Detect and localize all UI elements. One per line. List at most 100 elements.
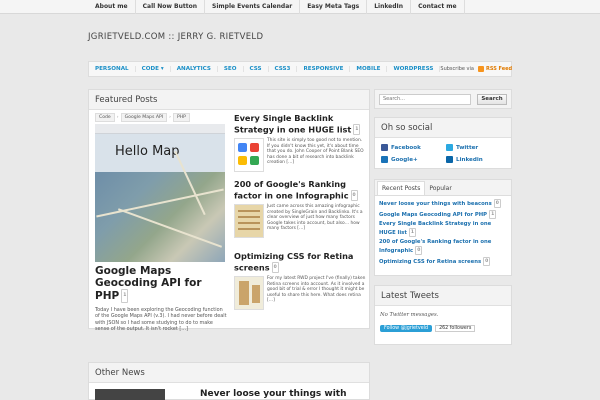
featured-side-post: Every Single Backlink Strategy in one HU… — [234, 113, 366, 172]
latest-tweets-heading: Latest Tweets — [375, 286, 511, 306]
comment-count-badge[interactable]: 1 — [408, 228, 417, 237]
other-news-first-title[interactable]: Never loose your things with — [200, 389, 347, 399]
breadcrumb-separator: › — [169, 114, 171, 120]
comment-count-badge[interactable]: 0 — [493, 199, 501, 208]
breadcrumb: Code › Google Maps API › PHP — [95, 112, 227, 122]
search-input[interactable] — [379, 93, 471, 105]
side-post-title[interactable]: Every Single Backlink Strategy in one HU… — [234, 113, 366, 135]
side-post-title-text[interactable]: Optimizing CSS for Retina screens — [234, 251, 353, 272]
side-post-excerpt: Just came across this amazing infographi… — [267, 204, 363, 232]
top-nav-linkedin[interactable]: LinkedIn — [367, 0, 412, 14]
featured-hero-image[interactable]: Hello Map — [95, 124, 225, 262]
featured-side-post: 200 of Google's Ranking factor in one In… — [234, 179, 366, 238]
subscribe-label: Subscribe via — [440, 66, 474, 72]
rss-icon[interactable] — [477, 66, 484, 72]
rss-feed-link[interactable]: RSS Feed — [486, 66, 512, 72]
featured-posts-heading: Featured Posts — [89, 90, 369, 110]
breadcrumb-php[interactable]: PHP — [172, 112, 190, 122]
twitter-follow-button[interactable]: Follow @jgrietveld — [380, 325, 433, 332]
breadcrumb-google-maps-api[interactable]: Google Maps API — [120, 112, 168, 122]
subscribe-area: Subscribe via RSS Feed — [440, 66, 517, 72]
other-news-thumbnail[interactable] — [95, 389, 165, 400]
google-yellow-tile — [238, 156, 247, 165]
social-twitter-link[interactable]: Twitter — [446, 144, 511, 151]
comment-count-badge[interactable]: 1 — [353, 123, 361, 135]
category-responsive[interactable]: RESPONSIVE — [297, 66, 351, 72]
comment-count-badge[interactable]: 1 — [121, 289, 129, 303]
social-heading: Oh so social — [375, 118, 511, 138]
list-item[interactable]: Optimizing CSS for Retina screens 0 — [379, 257, 506, 266]
follower-count: 262 followers — [435, 325, 476, 332]
top-nav-contact[interactable]: Contact me — [411, 0, 465, 14]
search-button[interactable]: Search — [477, 93, 507, 105]
google-plus-icon — [381, 156, 388, 163]
social-facebook-label: Facebook — [391, 144, 421, 151]
recent-popular-panel: Recent Posts Popular Never loose your th… — [374, 179, 512, 276]
recent-post-title[interactable]: Google Maps Geocoding API for PHP — [379, 212, 487, 218]
category-seo[interactable]: SEO — [218, 66, 244, 72]
list-item[interactable]: Every Single Backlink Strategy in one HU… — [379, 221, 506, 237]
category-mobile[interactable]: MOBILE — [350, 66, 388, 72]
list-item[interactable]: Google Maps Geocoding API for PHP 1 — [379, 210, 506, 219]
top-navigation: About me Call Now Button Simple Events C… — [0, 0, 600, 14]
google-logo-thumbnail[interactable] — [234, 138, 264, 172]
category-css[interactable]: CSS — [244, 66, 269, 72]
side-post-title[interactable]: Optimizing CSS for Retina screens 0 — [234, 251, 366, 273]
comment-count-badge[interactable]: 1 — [489, 210, 497, 219]
no-tweets-message: No Twitter messages. — [380, 312, 439, 318]
site-title[interactable]: JGRIETVELD.COM :: JERRY G. RIETVELD — [88, 32, 263, 42]
side-post-title[interactable]: 200 of Google's Ranking factor in one In… — [234, 179, 366, 201]
category-analytics[interactable]: ANALYTICS — [171, 66, 218, 72]
top-nav-easy-meta-tags[interactable]: Easy Meta Tags — [300, 0, 368, 14]
recent-post-title[interactable]: 200 of Google's Ranking factor in one In… — [379, 239, 491, 254]
tab-recent-posts[interactable]: Recent Posts — [377, 181, 426, 195]
retina-thumbnail[interactable] — [234, 276, 264, 310]
breadcrumb-separator: › — [116, 114, 119, 120]
list-item[interactable]: Never loose your things with beacons 0 — [379, 199, 506, 208]
recent-popular-tabs: Recent Posts Popular — [375, 180, 511, 196]
google-green-tile — [250, 156, 259, 165]
side-post-excerpt: This site is simply too good not to ment… — [267, 138, 364, 166]
featured-main-post: Code › Google Maps API › PHP Hello Map G… — [95, 112, 227, 333]
hero-title-text: Hello Map — [115, 144, 180, 159]
other-news-heading: Other News — [89, 363, 369, 383]
comment-count-badge[interactable]: 0 — [350, 189, 358, 201]
recent-post-title[interactable]: Every Single Backlink Strategy in one HU… — [379, 221, 491, 236]
infographic-line — [238, 222, 260, 224]
twitter-icon — [446, 144, 453, 151]
social-googleplus-label: Google+ — [391, 156, 418, 163]
tab-popular[interactable]: Popular — [425, 182, 456, 195]
retina-shape — [239, 281, 249, 305]
comment-count-badge[interactable]: 0 — [271, 261, 279, 273]
social-linkedin-link[interactable]: Linkedin — [446, 156, 511, 163]
top-nav-call-now-button[interactable]: Call Now Button — [136, 0, 206, 14]
list-item[interactable]: 200 of Google's Ranking factor in one In… — [379, 239, 506, 255]
category-css3[interactable]: CSS3 — [269, 66, 298, 72]
comment-count-badge[interactable]: 0 — [483, 257, 491, 266]
social-facebook-link[interactable]: Facebook — [381, 144, 446, 151]
hero-map-image — [95, 150, 225, 262]
top-nav-simple-events-calendar[interactable]: Simple Events Calendar — [205, 0, 301, 14]
social-linkedin-label: Linkedin — [456, 156, 483, 163]
recent-post-title[interactable]: Never loose your things with beacons — [379, 201, 492, 207]
facebook-icon — [381, 144, 388, 151]
latest-tweets-panel: Latest Tweets No Twitter messages. Follo… — [374, 285, 512, 345]
top-nav-about[interactable]: About me — [88, 0, 136, 14]
infographic-line — [238, 228, 260, 230]
recent-posts-list: Never loose your things with beacons 0 Go… — [375, 196, 511, 266]
comment-count-badge[interactable]: 0 — [415, 246, 423, 255]
featured-main-title-text[interactable]: Google Maps Geocoding API for PHP — [95, 265, 202, 302]
category-code[interactable]: CODE ▾ — [136, 66, 171, 72]
infographic-thumbnail[interactable] — [234, 204, 264, 238]
category-wordpress[interactable]: WORDPRESS — [387, 66, 441, 72]
breadcrumb-code[interactable]: Code — [95, 112, 115, 122]
category-personal[interactable]: PERSONAL — [89, 66, 136, 72]
featured-main-title[interactable]: Google Maps Geocoding API for PHP 1 — [95, 265, 227, 303]
featured-side-post: Optimizing CSS for Retina screens 0 For m… — [234, 251, 366, 310]
recent-post-title[interactable]: Optimizing CSS for Retina screens — [379, 259, 481, 265]
featured-posts-panel: Featured Posts Code › Google Maps API › … — [88, 89, 370, 332]
search-form: Search — [374, 89, 512, 109]
side-post-title-text[interactable]: 200 of Google's Ranking factor in one In… — [234, 179, 349, 200]
social-googleplus-link[interactable]: Google+ — [381, 156, 446, 163]
side-post-title-text[interactable]: Every Single Backlink Strategy in one HU… — [234, 113, 351, 134]
